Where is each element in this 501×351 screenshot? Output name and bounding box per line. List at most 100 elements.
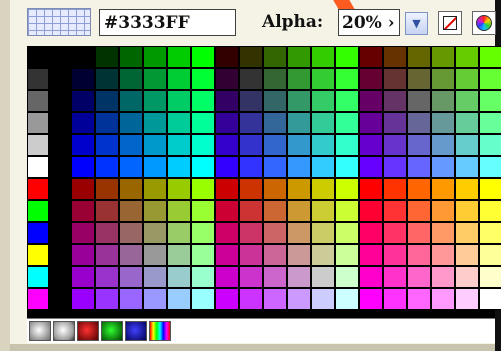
color-swatch[interactable]	[119, 178, 143, 200]
color-swatch[interactable]	[383, 68, 407, 90]
color-swatch[interactable]	[95, 266, 119, 288]
color-swatch[interactable]	[239, 222, 263, 244]
color-swatch[interactable]	[239, 178, 263, 200]
color-swatch[interactable]	[359, 178, 383, 200]
basic-color-swatch[interactable]	[28, 91, 48, 111]
color-swatch[interactable]	[335, 68, 359, 90]
basic-color-swatch[interactable]	[28, 113, 48, 133]
basic-color-swatch[interactable]	[28, 135, 48, 155]
color-swatch[interactable]	[335, 288, 359, 310]
color-swatch[interactable]	[383, 46, 407, 68]
color-swatch[interactable]	[95, 200, 119, 222]
color-swatch[interactable]	[167, 222, 191, 244]
basic-color-swatch[interactable]	[28, 223, 48, 243]
color-swatch[interactable]	[239, 266, 263, 288]
color-swatch[interactable]	[263, 222, 287, 244]
color-swatch[interactable]	[191, 222, 215, 244]
color-swatch[interactable]	[95, 156, 119, 178]
no-color-button[interactable]	[438, 11, 462, 35]
color-swatch[interactable]	[407, 134, 431, 156]
color-swatch[interactable]	[311, 68, 335, 90]
color-swatch[interactable]	[479, 200, 501, 222]
color-swatch[interactable]	[191, 68, 215, 90]
color-swatch[interactable]	[287, 222, 311, 244]
color-swatch[interactable]	[311, 112, 335, 134]
color-swatch[interactable]	[167, 112, 191, 134]
color-swatch[interactable]	[311, 134, 335, 156]
color-swatch[interactable]	[143, 68, 167, 90]
color-swatch[interactable]	[431, 134, 455, 156]
color-swatch[interactable]	[119, 156, 143, 178]
color-swatch[interactable]	[143, 244, 167, 266]
color-swatch[interactable]	[479, 134, 501, 156]
color-swatch[interactable]	[95, 68, 119, 90]
basic-color-swatch[interactable]	[28, 245, 48, 265]
color-swatch[interactable]	[455, 222, 479, 244]
color-swatch[interactable]	[263, 46, 287, 68]
color-swatch[interactable]	[311, 46, 335, 68]
color-swatch[interactable]	[287, 266, 311, 288]
color-swatch[interactable]	[95, 178, 119, 200]
gradient-swatch-gray-radial[interactable]	[29, 321, 51, 341]
color-swatch[interactable]	[311, 90, 335, 112]
color-swatch[interactable]	[71, 90, 95, 112]
color-swatch[interactable]	[71, 200, 95, 222]
color-swatch[interactable]	[215, 134, 239, 156]
color-swatch[interactable]	[359, 244, 383, 266]
color-swatch[interactable]	[311, 156, 335, 178]
color-swatch[interactable]	[71, 46, 95, 68]
color-swatch[interactable]	[455, 288, 479, 310]
color-swatch[interactable]	[119, 222, 143, 244]
color-swatch[interactable]	[479, 288, 501, 310]
color-swatch[interactable]	[431, 244, 455, 266]
color-swatch[interactable]	[215, 244, 239, 266]
color-swatch[interactable]	[359, 112, 383, 134]
color-swatch[interactable]	[95, 244, 119, 266]
color-swatch[interactable]	[167, 178, 191, 200]
color-swatch[interactable]	[119, 112, 143, 134]
color-swatch[interactable]	[95, 222, 119, 244]
color-swatch[interactable]	[191, 244, 215, 266]
color-swatch[interactable]	[335, 112, 359, 134]
color-swatch[interactable]	[479, 46, 501, 68]
color-swatch[interactable]	[215, 156, 239, 178]
color-swatch[interactable]	[455, 178, 479, 200]
color-swatch[interactable]	[215, 90, 239, 112]
color-swatch[interactable]	[287, 68, 311, 90]
basic-color-swatch[interactable]	[28, 179, 48, 199]
color-swatch[interactable]	[239, 134, 263, 156]
color-swatch[interactable]	[95, 288, 119, 310]
color-swatch[interactable]	[479, 68, 501, 90]
color-swatch[interactable]	[143, 156, 167, 178]
color-swatch[interactable]	[431, 266, 455, 288]
basic-color-swatch[interactable]	[28, 157, 48, 177]
color-swatch[interactable]	[71, 178, 95, 200]
color-swatch[interactable]	[335, 266, 359, 288]
color-swatch[interactable]	[311, 266, 335, 288]
color-swatch[interactable]	[455, 266, 479, 288]
color-swatch[interactable]	[167, 90, 191, 112]
color-swatch[interactable]	[335, 222, 359, 244]
alpha-dropdown-button[interactable]: ▼	[405, 12, 428, 35]
color-swatch[interactable]	[167, 266, 191, 288]
color-swatch[interactable]	[239, 90, 263, 112]
color-swatch[interactable]	[335, 200, 359, 222]
color-swatch[interactable]	[359, 90, 383, 112]
color-swatch[interactable]	[311, 222, 335, 244]
color-swatch[interactable]	[287, 156, 311, 178]
color-swatch[interactable]	[287, 178, 311, 200]
color-swatch[interactable]	[191, 288, 215, 310]
basic-color-swatch[interactable]	[28, 267, 48, 287]
color-swatch[interactable]	[191, 90, 215, 112]
color-swatch[interactable]	[455, 46, 479, 68]
color-swatch[interactable]	[407, 288, 431, 310]
color-swatch[interactable]	[431, 288, 455, 310]
color-swatch[interactable]	[95, 112, 119, 134]
color-swatch[interactable]	[287, 244, 311, 266]
color-swatch[interactable]	[167, 134, 191, 156]
color-swatch[interactable]	[431, 156, 455, 178]
alpha-input[interactable]	[338, 9, 400, 36]
color-swatch[interactable]	[431, 112, 455, 134]
color-swatch[interactable]	[383, 244, 407, 266]
color-swatch[interactable]	[335, 46, 359, 68]
